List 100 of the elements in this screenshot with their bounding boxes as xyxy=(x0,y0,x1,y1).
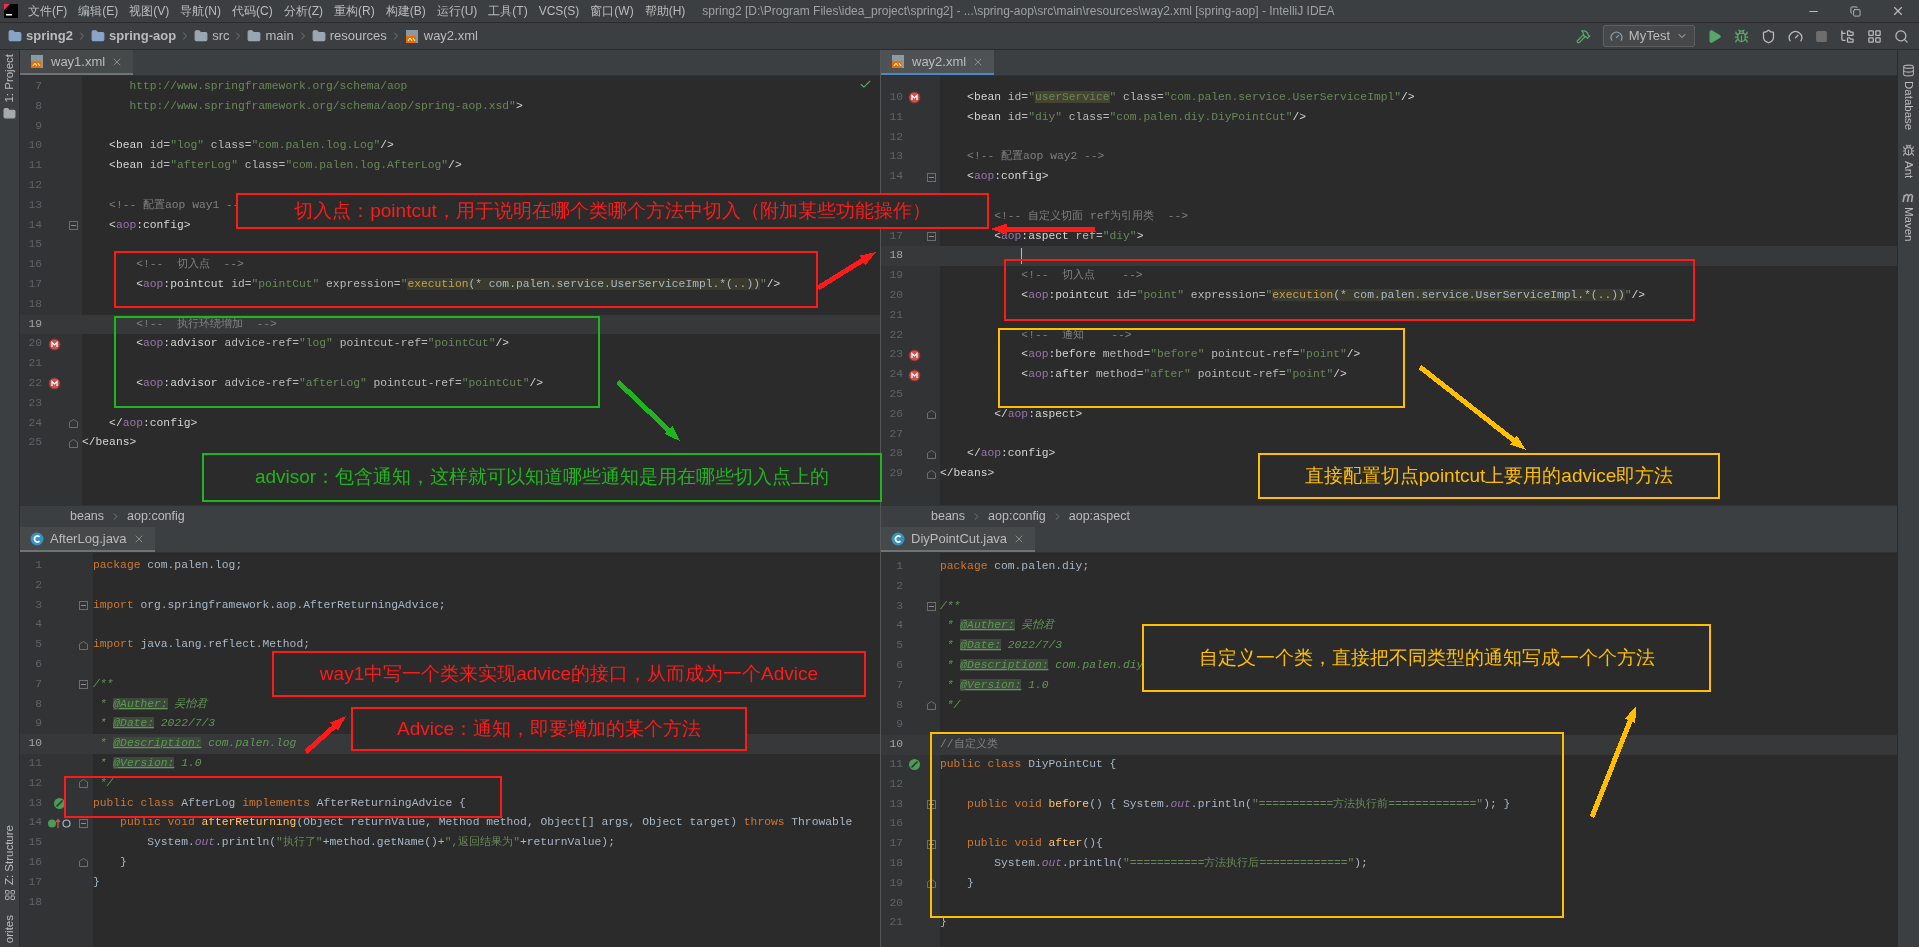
bean-marker-icon[interactable] xyxy=(907,368,921,382)
editor-tab[interactable]: way1.xml xyxy=(20,50,134,75)
menu-item[interactable]: 导航(N) xyxy=(180,2,221,20)
code-line: <aop:before method="before" pointcut-ref="point"/> xyxy=(1020,347,1361,363)
code-line: * @Date: 2022/7/3 xyxy=(945,638,1063,654)
fold-icon[interactable] xyxy=(927,602,936,611)
nav-breadcrumb[interactable]: spring-aop xyxy=(90,26,177,46)
nav-breadcrumb[interactable]: way2.xml xyxy=(404,26,478,46)
fold-icon[interactable] xyxy=(79,680,88,690)
xml-file-icon xyxy=(404,28,420,44)
menu-item[interactable]: 代码(C) xyxy=(232,2,273,20)
menu-item[interactable]: 帮助(H) xyxy=(644,2,686,20)
build-icon[interactable] xyxy=(1575,28,1591,44)
nav-breadcrumb[interactable]: resources xyxy=(311,26,387,46)
profiler-icon[interactable] xyxy=(1788,28,1803,44)
stop-icon[interactable] xyxy=(1815,29,1828,43)
breadcrumb[interactable]: aop:aspect xyxy=(1068,507,1130,526)
nav-breadcrumb[interactable]: main xyxy=(247,26,294,46)
code-line: <aop:pointcut id="pointCut" expression="execution(* com.palen.service.UserServiceImpl.*(..))"/> xyxy=(135,276,781,292)
code-line: import org.springframework.aop.AfterReturningAdvice; xyxy=(93,597,446,613)
fold-icon[interactable] xyxy=(79,601,88,610)
close-icon[interactable] xyxy=(1891,4,1905,18)
editor-tab[interactable]: DiyPointCut.java xyxy=(881,527,1036,552)
annotation-note: 切入点：pointcut，用于说明在哪个类哪个方法中切入（附加某些功能操作） xyxy=(236,193,989,229)
menu-item[interactable]: 构建(B) xyxy=(385,2,426,20)
debug-icon[interactable] xyxy=(1734,28,1749,44)
fold-icon[interactable] xyxy=(927,799,936,809)
fold-icon[interactable] xyxy=(927,879,936,889)
code-line: package com.palen.log; xyxy=(93,558,243,573)
menu-item[interactable]: 文件(F) xyxy=(28,2,68,20)
code-line: * @Auther: 吴怡君 xyxy=(98,696,208,712)
code-line: http://www.springframework.org/schema/aop xyxy=(128,79,408,94)
bean-marker-icon[interactable] xyxy=(47,337,61,351)
tool-window-tab[interactable]: orites xyxy=(0,910,19,947)
annotation-note: 直接配置切点pointcut上要用的advice即方法 xyxy=(1258,453,1720,499)
editor-tab[interactable]: way2.xml xyxy=(881,50,995,75)
menu-item[interactable]: 视图(V) xyxy=(129,2,170,20)
folder-icon xyxy=(8,29,22,43)
editor-tab[interactable]: AfterLog.java xyxy=(20,527,155,552)
menu-item[interactable]: 窗口(W) xyxy=(590,2,634,20)
database-icon xyxy=(1902,64,1915,77)
line-number: 10 xyxy=(28,736,42,752)
breadcrumb[interactable]: aop:config xyxy=(988,507,1046,526)
code-line: public class DiyPointCut { xyxy=(940,756,1117,772)
menu-item[interactable]: 编辑(E) xyxy=(78,2,119,20)
tool-window-tab[interactable]: Ant xyxy=(1899,144,1918,179)
menu-item[interactable]: 重构(R) xyxy=(334,2,375,20)
breadcrumb[interactable]: beans xyxy=(70,507,105,526)
nav-breadcrumb[interactable]: src xyxy=(194,26,230,46)
restore-icon[interactable] xyxy=(1850,5,1861,17)
tool-window-tab[interactable]: 1: Project xyxy=(0,50,19,124)
layout-icon[interactable] xyxy=(1867,28,1882,44)
fold-icon[interactable] xyxy=(927,839,936,849)
menu-item[interactable]: 工具(T) xyxy=(488,2,528,20)
coverage-icon[interactable] xyxy=(1761,28,1776,44)
fold-icon[interactable] xyxy=(927,172,936,182)
class-file-icon xyxy=(891,531,905,546)
tool-window-tab[interactable]: Maven xyxy=(1899,192,1918,242)
run-icon[interactable] xyxy=(1707,28,1722,44)
menu-item[interactable]: 分析(Z) xyxy=(283,2,323,20)
fold-icon[interactable] xyxy=(79,818,88,828)
menu-item[interactable]: VCS(S) xyxy=(538,2,580,20)
override-marker-icon[interactable] xyxy=(47,816,71,830)
search-icon[interactable] xyxy=(1894,28,1909,44)
code-line: <bean id="afterLog" class="com.palen.log.AfterLog"/> xyxy=(108,158,462,174)
fold-icon[interactable] xyxy=(68,220,78,230)
code-line: public class AfterLog implements AfterReturningAdvice { xyxy=(93,795,466,811)
code-line: */ xyxy=(98,775,114,791)
class-marker-icon[interactable] xyxy=(52,796,66,810)
xml-file-icon xyxy=(891,54,906,69)
line-number: 10 xyxy=(889,737,903,753)
code-line: <!-- 切入点 --> xyxy=(1020,268,1143,284)
breadcrumb[interactable]: aop:config xyxy=(127,507,185,526)
code-line: * @Description: com.palen.log xyxy=(98,736,297,752)
class-marker-icon[interactable] xyxy=(907,758,921,772)
nav-breadcrumb[interactable]: spring2 xyxy=(8,26,73,46)
bean-marker-icon[interactable] xyxy=(47,377,61,391)
tool-window-tab[interactable]: Z: Structure xyxy=(0,820,19,905)
bean-marker-icon[interactable] xyxy=(907,348,921,362)
run-config-dropdown[interactable]: MyTest xyxy=(1602,25,1695,47)
bean-marker-icon[interactable] xyxy=(907,91,921,105)
structure-icon xyxy=(3,888,16,901)
fold-icon[interactable] xyxy=(927,231,936,241)
xml-file-icon xyxy=(30,54,45,69)
maven-icon xyxy=(1902,192,1915,203)
breadcrumb[interactable]: beans xyxy=(931,507,966,526)
code-line: System.out.println("执行了"+method.getName()+",返回结果为"+returnValue); xyxy=(146,835,615,851)
code-line: </aop:aspect> xyxy=(993,406,1083,422)
code-line: <aop:advisor advice-ref="log" pointcut-ref="pointCut"/> xyxy=(135,336,510,352)
project-structure-icon[interactable] xyxy=(1840,28,1855,44)
code-line: <!-- 配置aop way2 --> xyxy=(966,149,1105,165)
code-line: } xyxy=(93,874,100,890)
app-logo-icon xyxy=(4,4,18,18)
menu-item[interactable]: 运行(U) xyxy=(436,2,478,20)
code-line: /** xyxy=(93,676,114,692)
code-line: package com.palen.diy; xyxy=(940,559,1090,574)
code-line: <!-- 执行环绕增加 --> xyxy=(135,316,277,332)
folder-icon xyxy=(194,29,209,43)
annotation-note: 自定义一个类，直接把不同类型的通知写成一个个方法 xyxy=(1142,624,1711,692)
tool-window-tab[interactable]: Database xyxy=(1899,64,1918,131)
